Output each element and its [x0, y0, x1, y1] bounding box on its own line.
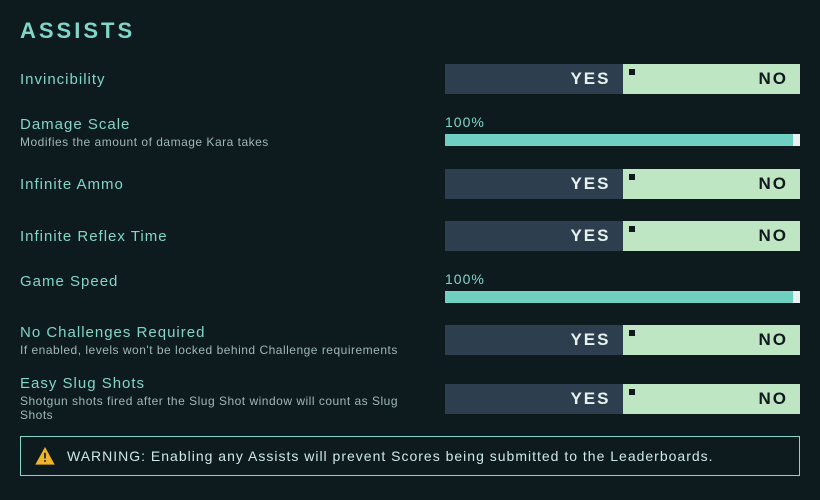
toggle-infinite-ammo[interactable]: YES NO	[445, 169, 800, 199]
option-label: Easy Slug Shots	[20, 375, 433, 392]
option-description: Modifies the amount of damage Kara takes	[20, 135, 433, 149]
slider-damage-scale[interactable]	[445, 134, 800, 146]
option-label: Damage Scale	[20, 116, 433, 133]
warning-banner: WARNING: Enabling any Assists will preve…	[20, 436, 800, 476]
option-label: No Challenges Required	[20, 324, 433, 341]
option-label: Infinite Reflex Time	[20, 228, 433, 245]
option-right: YES NO	[445, 64, 800, 94]
toggle-invincibility[interactable]: YES NO	[445, 64, 800, 94]
option-left: Easy Slug Shots Shotgun shots fired afte…	[20, 375, 445, 422]
slider-handle[interactable]	[793, 134, 800, 146]
option-description: If enabled, levels won't be locked behin…	[20, 343, 433, 357]
warning-icon	[35, 447, 55, 465]
assists-panel: ASSISTS Invincibility YES NO Damage Scal…	[0, 0, 820, 500]
option-row-infinite-ammo: Infinite Ammo YES NO	[20, 167, 800, 201]
toggle-infinite-reflex[interactable]: YES NO	[445, 221, 800, 251]
option-row-easy-slug: Easy Slug Shots Shotgun shots fired afte…	[20, 375, 800, 422]
option-row-no-challenges: No Challenges Required If enabled, level…	[20, 323, 800, 357]
slider-value-text: 100%	[445, 114, 800, 130]
option-label: Infinite Ammo	[20, 176, 433, 193]
toggle-yes[interactable]: YES	[445, 325, 623, 355]
toggle-no[interactable]: NO	[623, 64, 801, 94]
option-right: YES NO	[445, 221, 800, 251]
slider-game-speed[interactable]	[445, 291, 800, 303]
option-left: Invincibility	[20, 71, 445, 88]
option-left: Damage Scale Modifies the amount of dama…	[20, 114, 445, 149]
slider-handle[interactable]	[793, 291, 800, 303]
option-right: YES NO	[445, 384, 800, 414]
option-left: No Challenges Required If enabled, level…	[20, 324, 445, 357]
option-right: 100%	[445, 271, 800, 303]
option-left: Infinite Reflex Time	[20, 228, 445, 245]
option-row-game-speed: Game Speed 100%	[20, 271, 800, 305]
option-right: YES NO	[445, 169, 800, 199]
warning-text: WARNING: Enabling any Assists will preve…	[67, 448, 714, 464]
slider-value-text: 100%	[445, 271, 800, 287]
option-row-damage-scale: Damage Scale Modifies the amount of dama…	[20, 114, 800, 149]
option-row-invincibility: Invincibility YES NO	[20, 62, 800, 96]
option-right: 100%	[445, 114, 800, 146]
option-label: Game Speed	[20, 273, 433, 290]
toggle-no[interactable]: NO	[623, 325, 801, 355]
option-right: YES NO	[445, 325, 800, 355]
toggle-yes[interactable]: YES	[445, 169, 623, 199]
option-left: Infinite Ammo	[20, 176, 445, 193]
option-row-infinite-reflex: Infinite Reflex Time YES NO	[20, 219, 800, 253]
toggle-no-challenges[interactable]: YES NO	[445, 325, 800, 355]
toggle-no[interactable]: NO	[623, 169, 801, 199]
toggle-yes[interactable]: YES	[445, 64, 623, 94]
toggle-yes[interactable]: YES	[445, 384, 623, 414]
toggle-no[interactable]: NO	[623, 221, 801, 251]
toggle-yes[interactable]: YES	[445, 221, 623, 251]
toggle-no[interactable]: NO	[623, 384, 801, 414]
slider-fill	[445, 291, 800, 303]
toggle-easy-slug[interactable]: YES NO	[445, 384, 800, 414]
slider-fill	[445, 134, 800, 146]
section-title: ASSISTS	[20, 18, 800, 44]
option-label: Invincibility	[20, 71, 433, 88]
option-left: Game Speed	[20, 271, 445, 290]
option-description: Shotgun shots fired after the Slug Shot …	[20, 394, 433, 422]
